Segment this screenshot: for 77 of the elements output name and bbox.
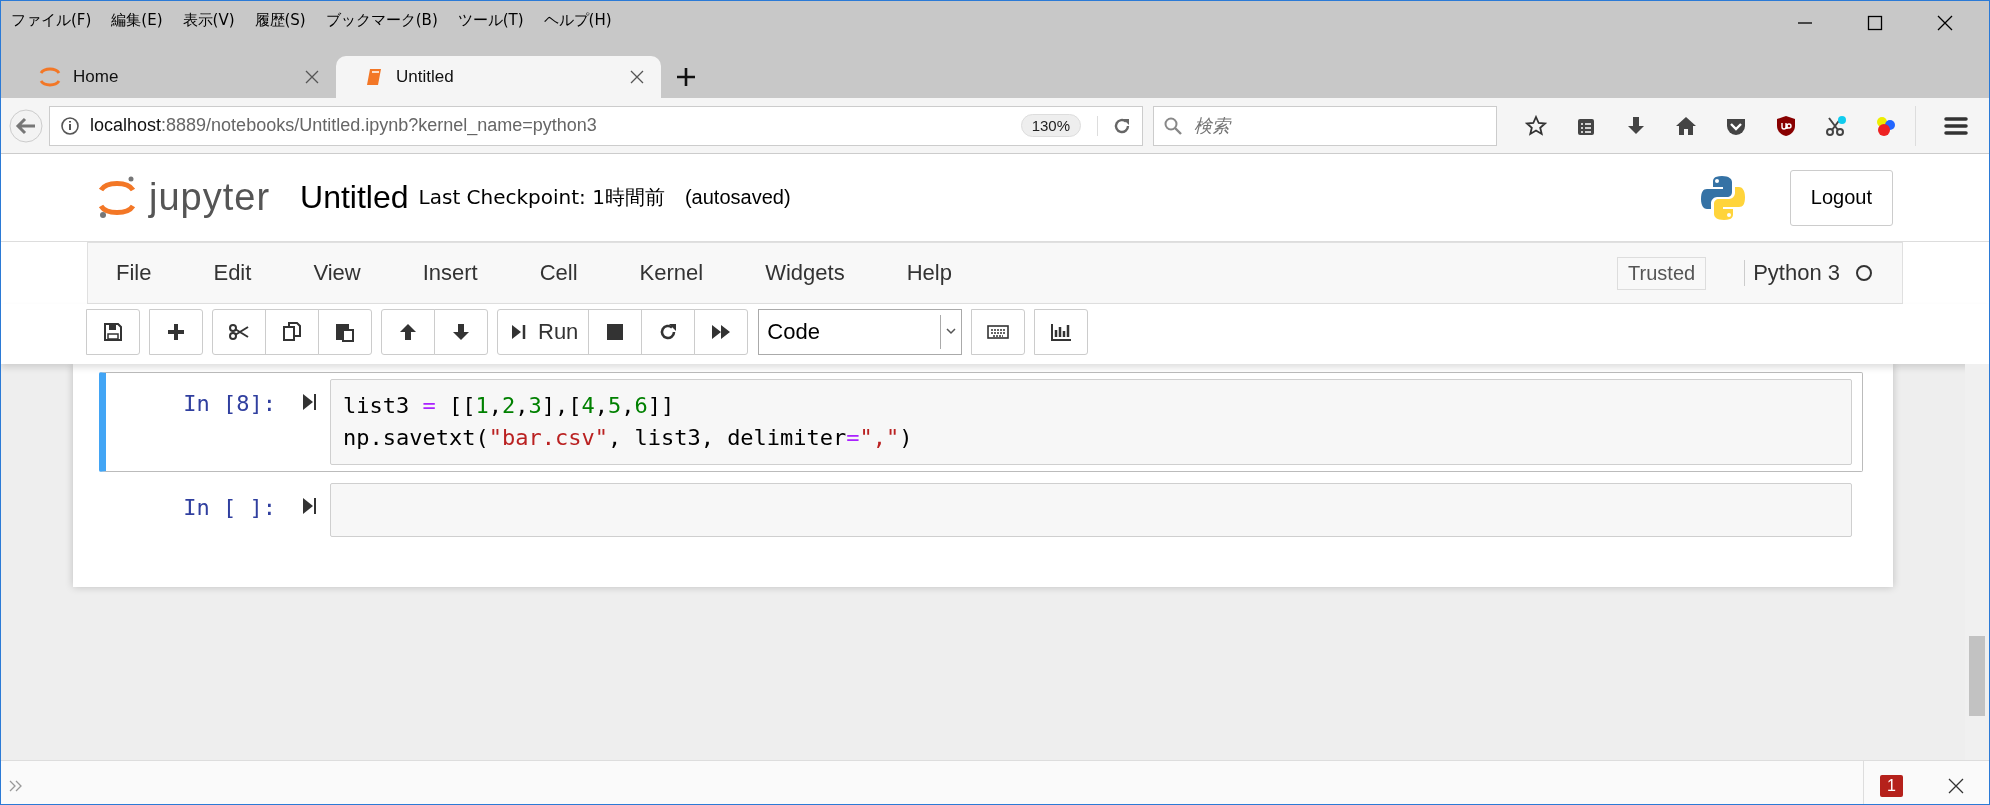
logo-text[interactable]: jupyter [149, 176, 271, 219]
reload-icon[interactable] [1097, 115, 1132, 136]
notification-badge[interactable]: 1 [1880, 775, 1903, 797]
menu-item[interactable]: ツール(T) [457, 10, 524, 30]
search-field[interactable]: 検索 [1153, 105, 1497, 146]
menu-item[interactable]: Widgets [765, 260, 845, 286]
shield-icon[interactable] [1775, 114, 1797, 137]
run-cell-icon[interactable] [302, 391, 318, 413]
trusted-indicator[interactable]: Trusted [1617, 256, 1707, 290]
run-button[interactable]: Run [497, 309, 590, 355]
code-line: np.savetxt("bar.csv", list3, delimiter=",") [343, 424, 914, 452]
cut-button[interactable] [212, 309, 266, 355]
move-down-button[interactable] [434, 309, 488, 355]
code-cell[interactable]: In [8]: list3 = [[1,2,3],[4,5,6]] np.savetxt("bar.csv", list3, delimiter=",") [99, 372, 1863, 472]
menu-item[interactable]: ファイル(F) [11, 10, 92, 30]
kernel-name: Python 3 [1744, 260, 1840, 286]
save-icon [102, 321, 124, 343]
code-line: list3 = [[1,2,3],[4,5,6]] [343, 392, 676, 420]
url-text: localhost:8889/notebooks/Untitled.ipynb?kernel_name=python3 [90, 115, 598, 136]
back-icon[interactable] [9, 108, 43, 143]
scrollbar-thumb[interactable] [1969, 636, 1985, 716]
run-cell-icon[interactable] [302, 495, 318, 517]
code-editor[interactable]: list3 = [[1,2,3],[4,5,6]] np.savetxt("bar.csv", list3, delimiter=",") [330, 379, 1852, 465]
color-dots-icon[interactable] [1875, 114, 1897, 137]
close-icon[interactable] [629, 69, 645, 85]
paste-icon [334, 321, 356, 343]
paste-button[interactable] [318, 309, 372, 355]
jupyter-logo-icon [39, 67, 61, 87]
menu-item[interactable]: Edit [213, 260, 252, 286]
menu-item[interactable]: 編集(E) [111, 10, 163, 30]
scissors-icon[interactable] [1825, 114, 1847, 137]
stop-button[interactable] [588, 309, 643, 355]
python-logo-icon [1699, 173, 1746, 222]
book-icon [364, 67, 384, 87]
menu-item[interactable]: File [116, 260, 152, 286]
info-icon [60, 115, 80, 136]
copy-button[interactable] [265, 309, 319, 355]
new-tab-icon[interactable] [675, 66, 697, 88]
bar-chart-button[interactable] [1034, 309, 1089, 355]
add-cell-icon [165, 321, 187, 343]
menu-item[interactable]: View [313, 260, 361, 286]
home-icon[interactable] [1675, 114, 1697, 137]
zoom-level-button[interactable]: 130% [1020, 114, 1081, 137]
fast-forward-button[interactable] [694, 309, 749, 355]
menu-item[interactable]: 表示(V) [182, 10, 235, 30]
checkpoint-text: Last Checkpoint: 1時間前 [418, 184, 665, 211]
menu-icon[interactable] [1944, 114, 1968, 137]
add-cell-button[interactable] [149, 309, 203, 355]
move-up-button[interactable] [381, 309, 435, 355]
menu-item[interactable]: Kernel [639, 260, 704, 286]
menu-item[interactable]: Help [906, 260, 952, 286]
cell-type-dropdown[interactable]: Code [758, 309, 963, 355]
browser-tab[interactable]: Untitled [336, 56, 661, 98]
menu-item[interactable]: ヘルプ(H) [543, 10, 612, 30]
maximize-icon[interactable] [1865, 13, 1885, 33]
close-icon[interactable] [1947, 777, 1965, 795]
menu-item[interactable]: Insert [422, 260, 478, 286]
autosave-status: (autosaved) [684, 186, 791, 209]
cut-icon [228, 321, 250, 343]
bar-chart-icon [1050, 321, 1073, 343]
menu-item[interactable]: Cell [539, 260, 578, 286]
notebook-title[interactable]: Untitled [300, 179, 409, 216]
copy-icon [281, 321, 303, 343]
code-cell[interactable]: In [ ]: [99, 476, 1863, 544]
restart-button[interactable] [641, 309, 696, 355]
logout-button[interactable]: Logout [1789, 169, 1893, 226]
input-prompt: In [ ]: [182, 494, 276, 520]
menu-item[interactable]: 履歴(S) [254, 10, 306, 30]
browser-tab[interactable]: Home [11, 56, 336, 98]
close-icon[interactable] [1935, 13, 1955, 33]
save-button[interactable] [86, 309, 140, 355]
address-bar[interactable]: localhost:8889/notebooks/Untitled.ipynb?kernel_name=python3 130% [49, 105, 1143, 146]
star-icon[interactable] [1525, 114, 1547, 137]
menu-item[interactable]: ブックマーク(B) [325, 10, 438, 30]
input-prompt: In [8]: [182, 390, 276, 416]
keyboard-button[interactable] [971, 309, 1026, 355]
search-icon [1163, 115, 1183, 136]
